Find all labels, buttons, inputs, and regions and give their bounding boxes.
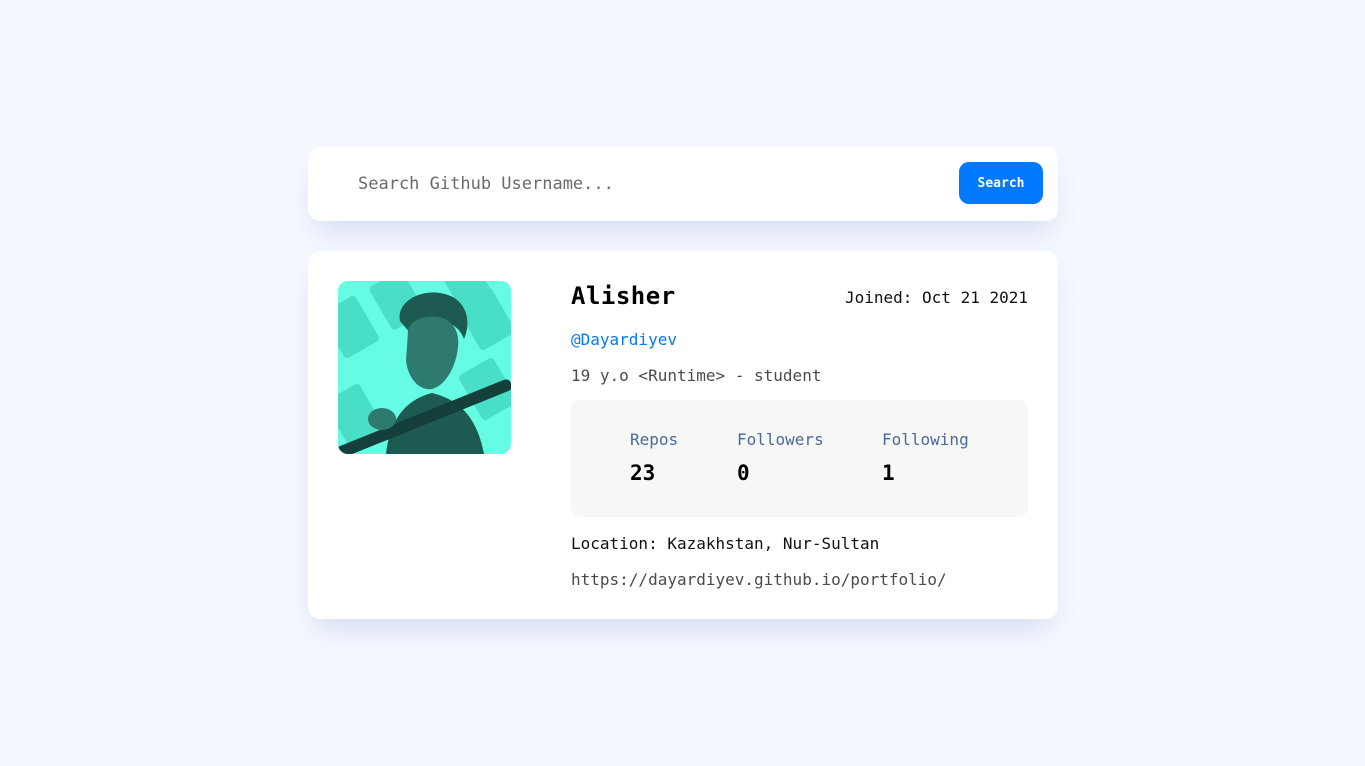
stat-repos: Repos 23 [630, 430, 678, 485]
stat-repos-value: 23 [630, 461, 656, 485]
search-bar: Search [308, 147, 1058, 221]
avatar-image [338, 281, 511, 454]
search-input[interactable] [348, 164, 948, 204]
stat-repos-label: Repos [630, 430, 679, 449]
stat-followers-label: Followers [737, 430, 824, 449]
profile-location: Location: Kazakhstan, Nur-Sultan [571, 534, 880, 553]
stats-panel: Repos 23 Followers 0 Following 1 [571, 400, 1028, 517]
stat-following-value: 1 [882, 461, 895, 485]
stat-followers-value: 0 [737, 461, 750, 485]
stat-followers: Followers 0 [737, 430, 824, 485]
stat-following: Following 1 [882, 430, 969, 485]
joined-date: Joined: Oct 21 2021 [844, 288, 1028, 307]
profile-card: Alisher Joined: Oct 21 2021 @Dayardiyev … [308, 251, 1058, 619]
profile-bio: 19 y.o <Runtime> - student [571, 366, 822, 385]
profile-blog-link[interactable]: https://dayardiyev.github.io/portfolio/ [571, 570, 947, 589]
stat-following-label: Following [882, 430, 969, 449]
profile-name: Alisher [571, 282, 676, 310]
search-button[interactable]: Search [959, 162, 1043, 204]
profile-login-link[interactable]: @Dayardiyev [571, 330, 677, 349]
avatar [338, 281, 511, 454]
